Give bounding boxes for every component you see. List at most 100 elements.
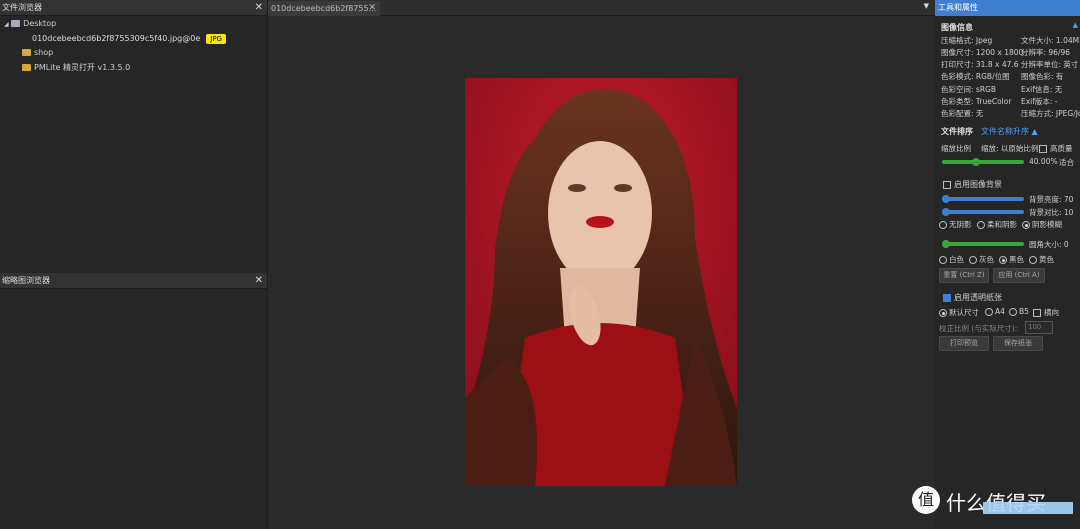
radio-icon[interactable] — [977, 221, 985, 229]
print-checkbox[interactable]: 启用透明纸张 — [943, 292, 1002, 303]
smooth-checkbox[interactable]: 高质量 — [1039, 143, 1073, 154]
custom-scale-input[interactable]: 100 — [1025, 321, 1053, 334]
radio-label: 黄色 — [1039, 255, 1054, 264]
thumbnail-title-text: 缩略图浏览器 — [2, 276, 50, 285]
tools-panel-title: 工具和属性 — [935, 0, 1080, 16]
color-radio-0[interactable]: 白色 — [939, 254, 964, 265]
file-browser-title: 文件浏览器 ✕ — [0, 0, 267, 16]
radio-label: 白色 — [949, 255, 964, 264]
smooth-label: 高质量 — [1050, 144, 1073, 153]
info-right-2: 分辨率单位: 英寸 — [1021, 60, 1079, 69]
info-left-4: 色彩空间: sRGB — [941, 85, 996, 94]
shadow-radio-2[interactable]: 阴影模糊 — [1022, 219, 1062, 230]
radio-icon[interactable] — [969, 256, 977, 264]
radio-label: A4 — [995, 307, 1005, 316]
shadow-radio-0[interactable]: 无阴影 — [939, 219, 972, 230]
folder-label: PMLite 精灵打开 v1.3.5.0 — [34, 63, 131, 72]
tab-label: 010dcebeebcd6b2f8755... — [271, 4, 377, 13]
file-name: 010dcebeebcd6b2f8755309c5f40.jpg@0e — [32, 34, 201, 43]
bg-checkbox[interactable]: 启用图像背景 — [943, 179, 1002, 190]
zoom-slider[interactable] — [942, 158, 1024, 166]
info-left-5: 色彩类型: TrueColor — [941, 97, 1012, 106]
radio-icon[interactable] — [1009, 308, 1017, 316]
info-left-6: 色彩配置: 无 — [941, 109, 984, 118]
zoom-label: 缩放比例 — [941, 144, 971, 153]
info-left-0: 压缩格式: Jpeg — [941, 36, 993, 45]
slider-knob[interactable] — [942, 240, 950, 248]
print-preview-button[interactable]: 打印预览 — [939, 336, 989, 351]
close-icon[interactable]: ✕ — [368, 1, 376, 16]
info-right-5: Exif版本: - — [1021, 97, 1058, 106]
watermark-logo-icon: 值 — [912, 486, 940, 514]
reset-button[interactable]: 重置 (Ctrl Z) — [939, 268, 989, 283]
bg-contrast-slider[interactable] — [942, 208, 1024, 216]
folder-label: shop — [34, 48, 54, 57]
sort-order-link[interactable]: 文件名称升序 ▲ — [981, 126, 1038, 137]
zoom-percent: 40.00% — [1029, 157, 1058, 166]
fit-button[interactable]: 适合 — [1059, 157, 1074, 168]
checkbox-checked-icon[interactable] — [943, 293, 951, 302]
radio-icon[interactable] — [939, 309, 947, 317]
bg-brightness-slider[interactable] — [942, 195, 1024, 203]
tree-root-desktop[interactable]: ◢ Desktop — [4, 18, 56, 30]
radio-icon[interactable] — [999, 256, 1007, 264]
thumbnail-panel: 缩略图浏览器 ✕ — [0, 273, 268, 529]
tree-file-item[interactable]: 010dcebeebcd6b2f8755309c5f40.jpg@0e JPG — [32, 33, 226, 45]
print-check-label: 启用透明纸张 — [954, 293, 1002, 302]
radio-icon[interactable] — [1022, 221, 1030, 229]
corner-slider[interactable] — [942, 240, 1024, 248]
radio-label: 黑色 — [1009, 255, 1024, 264]
image-info-title: 图像信息 — [941, 23, 973, 32]
radio-icon[interactable] — [1029, 256, 1037, 264]
radio-icon[interactable] — [939, 221, 947, 229]
info-right-3: 图像色彩: 有 — [1021, 72, 1064, 81]
sort-label: 文件排序 — [941, 127, 973, 136]
info-left-3: 色彩模式: RGB/位图 — [941, 72, 1010, 81]
tree-folder-pmlite[interactable]: PMLite 精灵打开 v1.3.5.0 — [22, 62, 130, 74]
apply-button[interactable]: 应用 (Ctrl A) — [993, 268, 1045, 283]
color-radio-3[interactable]: 黄色 — [1029, 254, 1054, 265]
color-radio-1[interactable]: 灰色 — [969, 254, 994, 265]
radio-label: 无阴影 — [949, 220, 972, 229]
tools-properties-panel: 工具和属性 图像信息 ▲ 压缩格式: Jpeg 文件大小: 1.04M 图像尺寸… — [935, 0, 1080, 529]
folder-icon — [22, 49, 31, 56]
checkbox-icon[interactable] — [1033, 309, 1041, 317]
close-icon[interactable]: ✕ — [255, 273, 263, 289]
file-browser-panel: 文件浏览器 ✕ ◢ Desktop 010dcebeebcd6b2f8755309… — [0, 0, 268, 273]
expand-arrow-icon[interactable]: ◢ — [4, 21, 9, 28]
shadow-radio-1[interactable]: 柔和阴影 — [977, 219, 1017, 230]
watermark: 值 什么值得买 — [908, 482, 1076, 522]
radio-label: 柔和阴影 — [987, 220, 1017, 229]
info-right-1: 分辨率: 96/96 — [1021, 48, 1071, 57]
bg-check-label: 启用图像背景 — [954, 180, 1002, 189]
folder-icon — [22, 64, 31, 71]
checkbox-icon[interactable] — [1039, 145, 1047, 153]
save-paper-button[interactable]: 保存纸张 — [993, 336, 1043, 351]
radio-label: B5 — [1019, 307, 1029, 316]
size-radio-2[interactable]: B5 — [1009, 307, 1029, 316]
image-canvas — [465, 78, 737, 486]
tab-dropdown-icon[interactable]: ▼ — [924, 2, 929, 10]
radio-icon[interactable] — [985, 308, 993, 316]
orientation-toggle[interactable]: 横向 — [1033, 307, 1059, 318]
info-right-4: Exif信息: 无 — [1021, 85, 1063, 94]
slider-knob[interactable] — [942, 208, 950, 216]
info-left-2: 打印尺寸: 31.8 x 47.6 — [941, 60, 1019, 69]
info-right-0: 文件大小: 1.04M — [1021, 36, 1080, 45]
checkbox-icon[interactable] — [943, 180, 951, 189]
size-radio-1[interactable]: A4 — [985, 307, 1005, 316]
info-left-1: 图像尺寸: 1200 x 1800 — [941, 48, 1024, 57]
orientation-label: 横向 — [1044, 308, 1059, 317]
tree-folder-shop[interactable]: shop — [22, 47, 53, 59]
corner-label: 圆角大小: 0 — [1029, 240, 1069, 249]
color-radio-2[interactable]: 黑色 — [999, 254, 1024, 265]
zoom-slider-knob[interactable] — [972, 158, 980, 166]
close-icon[interactable]: ✕ — [255, 0, 263, 16]
thumbnail-title: 缩略图浏览器 ✕ — [0, 273, 267, 289]
radio-icon[interactable] — [939, 256, 947, 264]
slider-knob[interactable] — [942, 195, 950, 203]
tab-document[interactable]: 010dcebeebcd6b2f8755... ✕ — [268, 1, 380, 16]
collapse-icon[interactable]: ▲ — [1073, 21, 1078, 29]
size-radio-0[interactable]: 默认尺寸 — [939, 307, 979, 318]
zoom-fit-label: 缩放: 以原始比例 — [981, 144, 1039, 153]
